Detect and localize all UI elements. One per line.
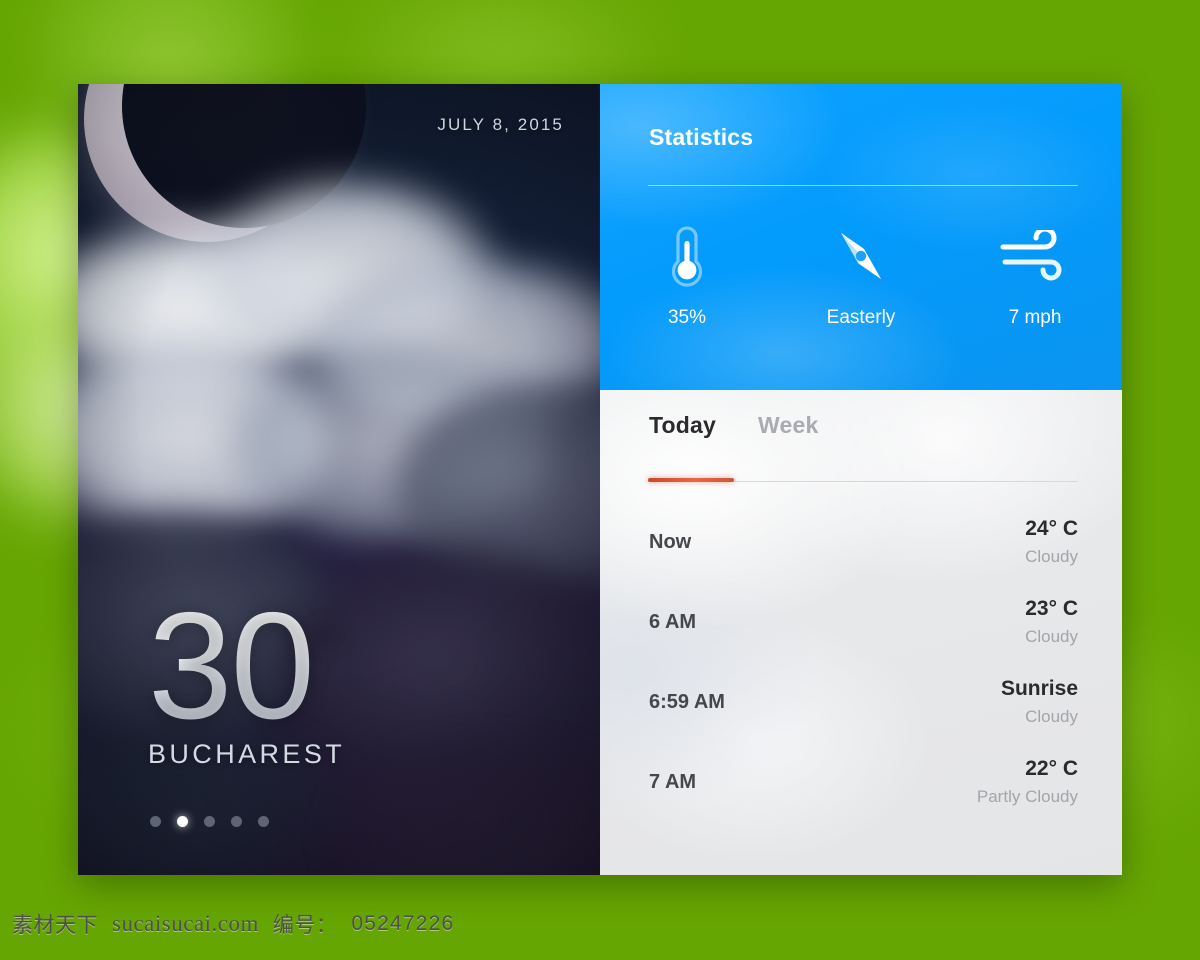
forecast-rows: Now 24° C Cloudy 6 AM 23° C Cloudy 6:59 … bbox=[600, 502, 1122, 822]
statistics-panel: Statistics 35% Easterly 7 mph bbox=[600, 84, 1122, 390]
wind-icon bbox=[999, 219, 1071, 293]
pagination-dot[interactable] bbox=[258, 816, 269, 827]
forecast-row-time: Now bbox=[649, 530, 692, 553]
statistic-wind-speed-label: 7 mph bbox=[1008, 307, 1062, 328]
pagination-dot[interactable] bbox=[231, 816, 242, 827]
forecast-panel: Today Week Now 24° C Cloudy 6 AM 23° C C… bbox=[600, 390, 1122, 875]
forecast-row-time: 6 AM bbox=[649, 610, 697, 633]
hero-pagination[interactable] bbox=[150, 816, 269, 827]
forecast-tabs: Today Week bbox=[649, 412, 819, 439]
statistic-wind-direction-label: Easterly bbox=[826, 307, 896, 328]
statistic-wind-speed[interactable]: 7 mph bbox=[948, 219, 1122, 329]
statistics-title: Statistics bbox=[649, 124, 754, 150]
active-tab-indicator bbox=[648, 478, 734, 482]
forecast-row-condition: Cloudy bbox=[1025, 626, 1078, 646]
forecast-row-temp: 24° C bbox=[1025, 517, 1078, 541]
right-column: Statistics 35% Easterly 7 mph Today Week… bbox=[600, 84, 1122, 875]
hero-city: BUCHAREST bbox=[148, 739, 346, 769]
forecast-row-condition: Partly Cloudy bbox=[976, 786, 1078, 806]
forecast-row[interactable]: Now 24° C Cloudy bbox=[600, 502, 1122, 582]
tab-week[interactable]: Week bbox=[758, 412, 818, 439]
forecast-row[interactable]: 6:59 AM Sunrise Cloudy bbox=[600, 662, 1122, 742]
compass-icon bbox=[830, 219, 892, 293]
thermometer-icon bbox=[663, 219, 711, 293]
watermark-id-label: 编号： bbox=[272, 914, 338, 937]
tab-today[interactable]: Today bbox=[649, 412, 716, 439]
forecast-row-condition: Cloudy bbox=[1025, 546, 1078, 566]
pagination-dot[interactable] bbox=[204, 816, 215, 827]
forecast-row-condition: Cloudy bbox=[1025, 706, 1078, 726]
watermark: 素材天下 sucaisucai.com 编号： 05247226 bbox=[0, 888, 1200, 960]
forecast-row[interactable]: 7 AM 22° C Partly Cloudy bbox=[600, 742, 1122, 822]
watermark-site: sucaisucai.com bbox=[112, 911, 259, 936]
pagination-dot-active[interactable] bbox=[177, 816, 188, 827]
forecast-row-values: Sunrise Cloudy bbox=[1001, 677, 1078, 726]
weather-widget-card: JULY 8, 2015 30° BUCHAREST Statistics 35… bbox=[78, 84, 1122, 875]
hero-panel[interactable]: JULY 8, 2015 30° BUCHAREST bbox=[78, 84, 600, 875]
forecast-row-temp: 22° C bbox=[1025, 757, 1078, 781]
hero-temperature-value: 30 bbox=[148, 581, 315, 752]
statistic-wind-direction[interactable]: Easterly bbox=[774, 219, 948, 329]
forecast-row-values: 24° C Cloudy bbox=[1025, 517, 1078, 566]
forecast-row[interactable]: 6 AM 23° C Cloudy bbox=[600, 582, 1122, 662]
hero-temperature: 30° bbox=[148, 590, 342, 742]
forecast-row-temp: Sunrise bbox=[1000, 677, 1078, 701]
statistic-humidity-label: 35% bbox=[667, 307, 707, 328]
watermark-brand: 素材天下 bbox=[12, 914, 98, 937]
forecast-row-temp: 23° C bbox=[1025, 597, 1078, 621]
watermark-id-value: 05247226 bbox=[351, 912, 455, 935]
statistics-divider bbox=[648, 185, 1078, 186]
pagination-dot[interactable] bbox=[150, 816, 161, 827]
forecast-row-values: 22° C Partly Cloudy bbox=[977, 757, 1078, 806]
hero-readout: 30° BUCHAREST bbox=[148, 590, 346, 770]
forecast-row-time: 6:59 AM bbox=[649, 690, 725, 713]
forecast-row-values: 23° C Cloudy bbox=[1025, 597, 1078, 646]
statistic-humidity[interactable]: 35% bbox=[600, 219, 774, 329]
forecast-row-time: 7 AM bbox=[649, 770, 697, 793]
page-background: JULY 8, 2015 30° BUCHAREST Statistics 35… bbox=[0, 0, 1200, 960]
hero-date: JULY 8, 2015 bbox=[437, 115, 564, 134]
statistics-items: 35% Easterly 7 mph bbox=[600, 219, 1122, 329]
hero-degree-symbol: ° bbox=[313, 609, 342, 690]
